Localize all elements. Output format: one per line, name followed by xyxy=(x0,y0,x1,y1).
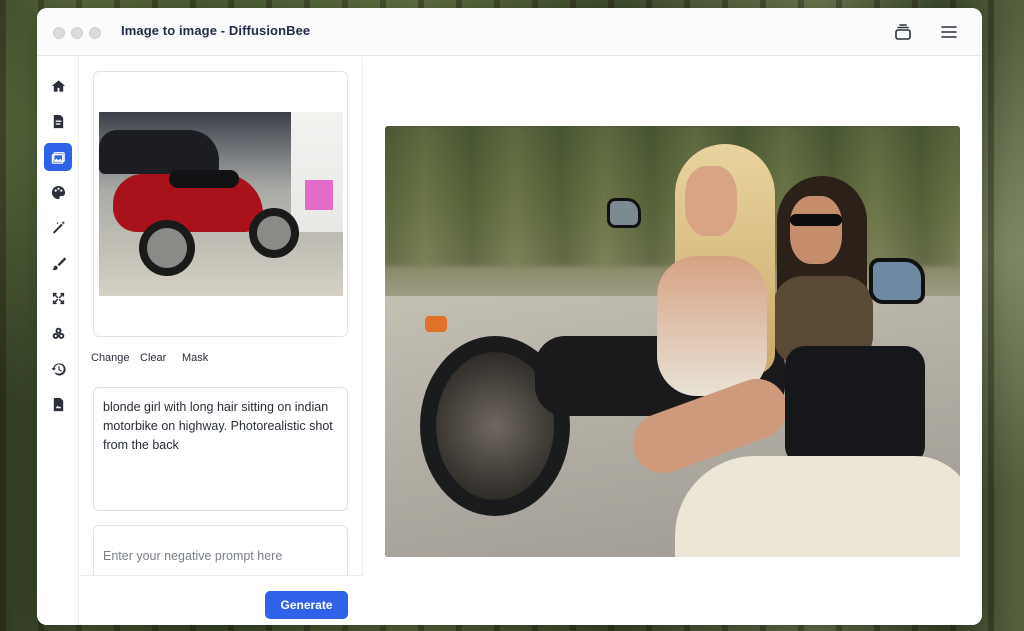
sidebar-item-palette[interactable] xyxy=(44,178,72,206)
sidebar-item-history[interactable] xyxy=(44,355,72,383)
input-image xyxy=(99,112,343,296)
layers-icon[interactable] xyxy=(893,22,913,42)
image-to-image-icon xyxy=(51,151,65,164)
sidebar xyxy=(37,57,79,625)
sidebar-item-models[interactable] xyxy=(44,319,72,347)
zoom-window-button[interactable] xyxy=(89,27,101,39)
hamburger-menu-icon[interactable] xyxy=(939,22,959,42)
close-window-button[interactable] xyxy=(53,27,65,39)
history-icon xyxy=(50,362,66,376)
sidebar-item-expand[interactable] xyxy=(44,284,72,312)
titlebar: Image to image - DiffusionBee xyxy=(37,8,982,56)
sidebar-item-home[interactable] xyxy=(44,72,72,100)
sidebar-item-document[interactable] xyxy=(44,390,72,418)
magic-wand-icon xyxy=(52,220,65,234)
document-icon xyxy=(53,397,63,411)
output-area xyxy=(364,57,982,625)
sidebar-item-text-to-image[interactable] xyxy=(44,107,72,135)
clear-image-button[interactable]: Clear xyxy=(140,352,166,364)
sidebar-item-brush[interactable] xyxy=(44,249,72,277)
generate-button[interactable]: Generate xyxy=(265,591,348,619)
action-bar: Generate xyxy=(79,575,363,625)
expand-icon xyxy=(52,292,64,304)
minimize-window-button[interactable] xyxy=(71,27,83,39)
generated-image[interactable] xyxy=(385,126,960,557)
palette-icon xyxy=(51,185,65,199)
models-icon xyxy=(52,327,64,339)
mask-image-button[interactable]: Mask xyxy=(182,352,208,364)
home-icon xyxy=(51,79,65,92)
change-image-button[interactable]: Change xyxy=(91,352,130,364)
sidebar-item-image-to-image[interactable] xyxy=(44,143,72,171)
app-window: Image to image - DiffusionBee Change Cle… xyxy=(37,8,982,625)
brush-icon xyxy=(51,256,66,270)
input-image-card[interactable] xyxy=(93,71,348,337)
text-to-image-icon xyxy=(53,114,63,128)
window-title: Image to image - DiffusionBee xyxy=(121,23,311,38)
sidebar-item-magic-wand[interactable] xyxy=(44,213,72,241)
input-panel: Change Clear Mask blonde girl with long … xyxy=(79,57,363,625)
prompt-input[interactable]: blonde girl with long hair sitting on in… xyxy=(93,387,348,511)
